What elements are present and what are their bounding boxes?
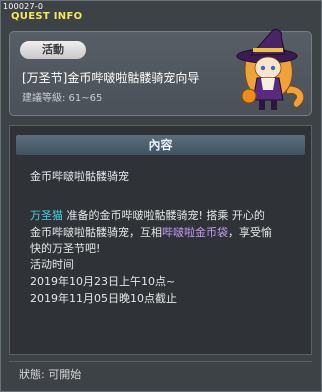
event-tag: 活動 [20,41,86,59]
window-title: QUEST INFO [11,11,83,22]
item-name: 哔啵啦金币袋 [162,226,228,239]
quest-name: [万圣节]金币哔啵啦骷髅骑宠向导 [22,71,200,85]
quest-info-window: 100027-0 QUEST INFO 活動 [万圣节]金币哔啵啦骷髅骑宠向导 … [0,0,322,392]
footer-divider [9,361,312,362]
title-bar[interactable]: 100027-0 QUEST INFO [1,1,321,23]
content-line-2: 万圣猫 准备的金币哔啵啦骷髅骑宠! 搭乘 开心的 [30,209,265,222]
event-period-start: 2019年10月23日上午10点~ [30,275,176,288]
recommended-level: 建議等級: 61~65 [22,93,103,104]
quest-content-panel[interactable]: 內容 金币哔啵啦骷髅骑宠 万圣猫 准备的金币哔啵啦骷髅骑宠! 搭乘 开心的 金币… [9,125,312,355]
content-header: 內容 [16,135,305,155]
quest-summary-card: 活動 [万圣节]金币哔啵啦骷髅骑宠向导 建議等級: 61~65 [9,29,312,116]
content-line-1: 金币哔啵啦骷髅骑宠 [30,170,129,183]
npc-name: 万圣猫 [30,209,63,222]
content-line-3: 金币哔啵啦骷髅骑宠，互相哔啵啦金币袋，享受愉 [30,226,272,239]
witch-girl-sprite-icon [236,29,305,110]
quest-id: 100027-0 [3,2,44,11]
quest-status: 狀態: 可開始 [19,368,82,381]
content-line-4: 快的万圣节吧! [30,242,101,255]
event-period-label: 活动时间 [30,258,74,271]
event-period-end: 2019年11月05日晚10点截止 [30,292,177,305]
